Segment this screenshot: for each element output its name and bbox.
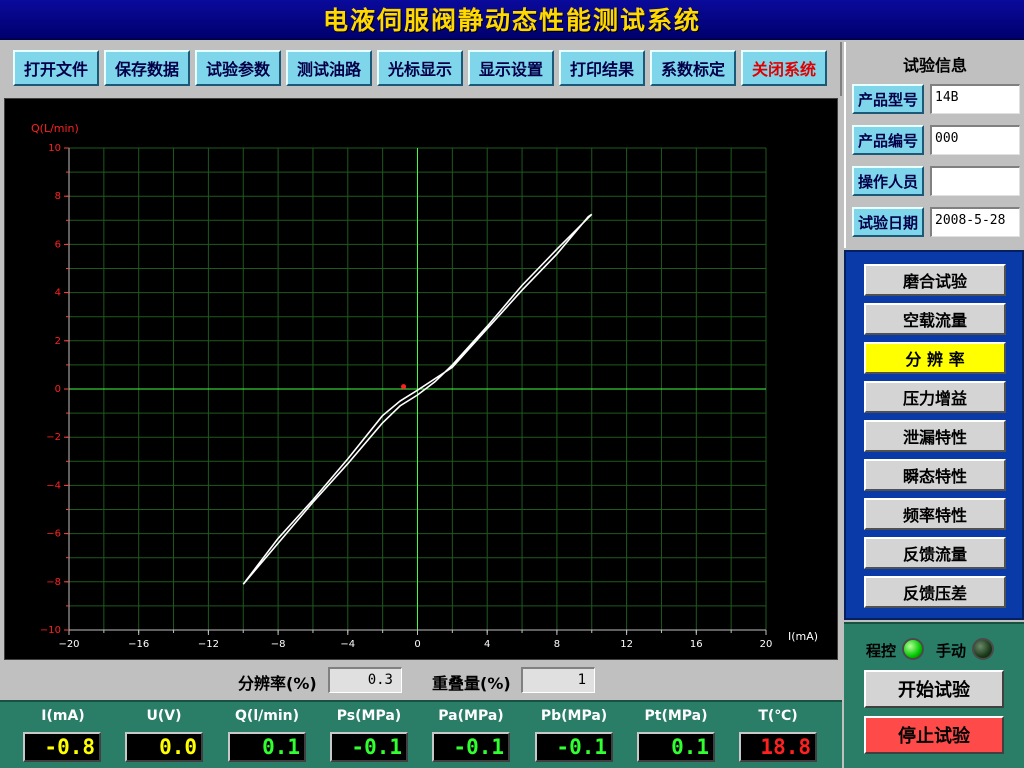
display-settings-button[interactable]: 显示设置 — [468, 50, 554, 86]
readout-label-voltage: U(V) — [146, 708, 182, 724]
y-tick-label: −4 — [46, 480, 61, 491]
x-tick-label: −12 — [198, 639, 219, 650]
product-model-field[interactable]: 14B — [930, 84, 1020, 114]
product-number-field[interactable]: 000 — [930, 125, 1020, 155]
chart-panel: −20 −16 −12 −8 −4 0 4 8 12 16 20 −10 −8 −6 −4 −2 0 2 4 6 8 10… — [4, 98, 838, 660]
y-tick-label: 8 — [55, 191, 61, 202]
resolution-value: 0.3 — [328, 667, 402, 693]
test-info-title: 试验信息 — [902, 56, 967, 75]
resolution-chart: −20 −16 −12 −8 −4 0 4 8 12 16 20−10−8−6−4−20246810… — [31, 122, 818, 650]
resolution-label: 分辨率(%) — [238, 674, 317, 693]
x-tick-label: −20 — [58, 639, 79, 650]
readout-label-pb: Pb(MPa) — [540, 708, 608, 724]
readout-ps: -0.1 — [330, 732, 408, 762]
test-date-label: 试验日期 — [852, 207, 924, 237]
y-tick-label: 4 — [55, 288, 61, 299]
transient-test-button[interactable]: 瞬态特性 — [864, 459, 1006, 491]
pressure-gain-button[interactable]: 压力增益 — [864, 381, 1006, 413]
operator-field[interactable] — [930, 166, 1020, 196]
app-title: 电液伺服阀静动态性能测试系统 — [322, 6, 701, 35]
y-tick-label: −10 — [40, 625, 61, 636]
readout-label-flow: Q(l/min) — [235, 708, 299, 724]
x-tick-label: −4 — [340, 639, 355, 650]
x-tick-label: 8 — [554, 639, 560, 650]
test-oil-circuit-button[interactable]: 测试油路 — [286, 50, 372, 86]
resolution-test-button[interactable]: 分 辨 率 — [864, 342, 1006, 374]
program-control-led-icon[interactable] — [902, 638, 924, 660]
readout-label-current: I(mA) — [41, 708, 85, 724]
product-model-label: 产品型号 — [852, 84, 924, 114]
x-tick-label: −8 — [271, 639, 286, 650]
cursor-display-button[interactable]: 光标显示 — [377, 50, 463, 86]
readout-voltage: 0.0 — [125, 732, 203, 762]
test-date-field[interactable]: 2008-5-28 — [930, 207, 1020, 237]
save-data-button[interactable]: 保存数据 — [104, 50, 190, 86]
readout-label-pa: Pa(MPa) — [438, 708, 504, 724]
toolbar: 打开文件 保存数据 试验参数 测试油路 光标显示 显示设置 打印结果 系数标定 … — [0, 42, 842, 96]
readout-pa: -0.1 — [432, 732, 510, 762]
test-selection-panel: 磨合试验 空载流量 分 辨 率 压力增益 泄漏特性 瞬态特性 频率特性 反馈流量… — [844, 250, 1024, 620]
y-tick-label: −8 — [46, 577, 61, 588]
control-panel: 程控 手动 开始试验 停止试验 — [844, 622, 1024, 768]
product-number-label: 产品编号 — [852, 125, 924, 155]
y-tick-label: −2 — [46, 432, 61, 443]
x-tick-label: −16 — [128, 639, 149, 650]
readout-flow: 0.1 — [228, 732, 306, 762]
x-tick-label: 4 — [484, 639, 490, 650]
x-tick-label: 16 — [690, 639, 703, 650]
stats-row: 分辨率(%) 0.3 重叠量(%) 1 — [0, 662, 842, 698]
calibration-button[interactable]: 系数标定 — [650, 50, 736, 86]
readout-label-pt: Pt(MPa) — [644, 708, 708, 724]
readout-pb: -0.1 — [535, 732, 613, 762]
test-info-panel: 试验信息 产品型号 14B 产品编号 000 操作人员 试验日期 2008-5-… — [844, 42, 1024, 248]
open-file-button[interactable]: 打开文件 — [13, 50, 99, 86]
frequency-test-button[interactable]: 频率特性 — [864, 498, 1006, 530]
leakage-test-button[interactable]: 泄漏特性 — [864, 420, 1006, 452]
y-tick-label: 6 — [55, 239, 61, 250]
manual-control-led-icon[interactable] — [972, 638, 994, 660]
y-tick-label: 0 — [55, 384, 61, 395]
readout-temp: 18.8 — [739, 732, 817, 762]
stop-test-button[interactable]: 停止试验 — [864, 716, 1004, 754]
app-window: 电液伺服阀静动态性能测试系统 打开文件 保存数据 试验参数 测试油路 光标显示 … — [0, 0, 1024, 768]
x-axis-label: I(mA) — [788, 630, 818, 643]
readout-pt: 0.1 — [637, 732, 715, 762]
y-tick-label: 2 — [55, 336, 61, 347]
overlap-label: 重叠量(%) — [432, 674, 511, 693]
cursor-marker — [401, 384, 407, 390]
x-tick-label: 12 — [620, 639, 633, 650]
program-control-label: 程控 — [866, 642, 897, 660]
title-bar: 电液伺服阀静动态性能测试系统 — [0, 0, 1024, 40]
start-test-button[interactable]: 开始试验 — [864, 670, 1004, 708]
manual-control-label: 手动 — [936, 642, 967, 660]
y-axis-label: Q(L/min) — [31, 122, 79, 135]
feedback-pressure-button[interactable]: 反馈压差 — [864, 576, 1006, 608]
print-results-button[interactable]: 打印结果 — [559, 50, 645, 86]
readout-label-temp: T(℃) — [758, 708, 798, 724]
readout-current: -0.8 — [23, 732, 101, 762]
readout-panel: I(mA) -0.8 U(V) 0.0 Q(l/min) 0.1 Ps(MPa)… — [0, 700, 842, 768]
operator-label: 操作人员 — [852, 166, 924, 196]
no-load-flow-button[interactable]: 空载流量 — [864, 303, 1006, 335]
x-tick-label: 0 — [414, 639, 420, 650]
test-params-button[interactable]: 试验参数 — [195, 50, 281, 86]
y-tick-label: −6 — [46, 529, 61, 540]
run-in-test-button[interactable]: 磨合试验 — [864, 264, 1006, 296]
readout-label-ps: Ps(MPa) — [336, 708, 402, 724]
overlap-value: 1 — [521, 667, 595, 693]
x-tick-label: 20 — [760, 639, 773, 650]
feedback-flow-button[interactable]: 反馈流量 — [864, 537, 1006, 569]
close-system-button[interactable]: 关闭系统 — [741, 50, 827, 86]
y-tick-label: 10 — [48, 143, 61, 154]
